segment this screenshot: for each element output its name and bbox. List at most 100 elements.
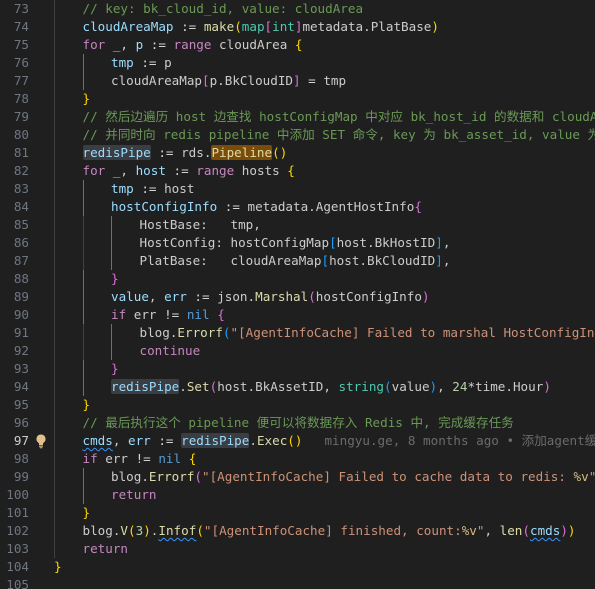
indent-guide	[82, 72, 84, 90]
indent-guide	[82, 468, 84, 486]
code-line[interactable]: 101}	[0, 504, 595, 522]
inline-git-blame: mingyu.ge, 8 months ago • 添加agent缓	[324, 433, 595, 448]
code-text[interactable]: continue	[140, 342, 201, 360]
code-text[interactable]: cmds, err := redisPipe.Exec() mingyu.ge, …	[83, 432, 595, 450]
code-text[interactable]: }	[111, 360, 119, 378]
code-line[interactable]: 95}	[0, 396, 595, 414]
code-line[interactable]: 99 blog.Errorf("[AgentInfoCache] Failed t…	[0, 468, 595, 486]
line-number: 91	[13, 325, 29, 340]
code-text[interactable]: }	[83, 396, 91, 414]
code-token: make	[203, 19, 235, 34]
code-text[interactable]: HostBase: tmp,	[140, 216, 261, 234]
code-line[interactable]: 92 continue	[0, 342, 595, 360]
code-text[interactable]: }	[54, 558, 62, 576]
code-line[interactable]: 74 cloudAreaMap := make(map[int]metadata.…	[0, 18, 595, 36]
code-text[interactable]: }	[83, 504, 91, 522]
code-line[interactable]: 89 value, err := json.Marshal(hostConfigI…	[0, 288, 595, 306]
code-line[interactable]: 76 tmp := p	[0, 54, 595, 72]
code-text[interactable]: for _, host := range hosts {	[83, 162, 295, 180]
code-line[interactable]: 94 redisPipe.Set(host.BkAssetID, string(v…	[0, 378, 595, 396]
code-token: (	[308, 289, 316, 304]
code-token: cmds	[529, 523, 561, 538]
indent-guide	[54, 126, 55, 144]
code-line[interactable]: 83 tmp := host	[0, 180, 595, 198]
code-line[interactable]: 100 return	[0, 486, 595, 504]
code-text[interactable]: return	[83, 540, 129, 558]
code-line[interactable]: 81 redisPipe := rds.Pipeline()	[0, 144, 595, 162]
code-line[interactable]: 90 if err != nil {	[0, 306, 595, 324]
code-line[interactable]: 93}	[0, 360, 595, 378]
code-line[interactable]: 91 blog.Errorf("[AgentInfoCache] Failed t…	[0, 324, 595, 342]
code-text[interactable]: PlatBase: cloudAreaMap[host.BkCloudID],	[140, 252, 451, 270]
code-text[interactable]: HostConfig: hostConfigMap[host.BkHostID]…	[140, 234, 451, 252]
indent-guide	[82, 252, 84, 270]
line-number: 100	[6, 487, 29, 502]
code-line[interactable]: 105	[0, 576, 595, 589]
code-line[interactable]: 86 HostConfig: hostConfigMap[host.BkHostI…	[0, 234, 595, 252]
code-line[interactable]: 75 for _, p := range cloudArea {	[0, 36, 595, 54]
code-token: )	[421, 289, 430, 304]
code-line[interactable]: 85 HostBase: tmp,	[0, 216, 595, 234]
code-line[interactable]: 78}	[0, 90, 595, 108]
line-number: 77	[13, 73, 29, 88]
indent-guide	[54, 486, 55, 504]
code-token: )	[543, 379, 551, 394]
line-number: 84	[13, 199, 29, 214]
code-text[interactable]: blog.Errorf("[AgentInfoCache] Failed to …	[140, 324, 595, 342]
code-line[interactable]: 77 cloudAreaMap[p.BkCloudID] = tmp	[0, 72, 595, 90]
code-line[interactable]: 88}	[0, 270, 595, 288]
code-token: %v	[461, 523, 477, 538]
code-line[interactable]: 103 return	[0, 540, 595, 558]
code-token: PlatBase: cloudAreaMap	[139, 253, 322, 268]
code-line[interactable]: 79 // 然后边遍历 host 边查找 hostConfigMap 中对应 bk…	[0, 108, 595, 126]
line-number: 96	[13, 415, 29, 430]
code-text[interactable]: }	[111, 270, 119, 288]
code-line[interactable]: 80 // 并同时向 redis pipeline 中添加 SET 命令, key…	[0, 126, 595, 144]
code-line[interactable]: 98 if err != nil {	[0, 450, 595, 468]
code-text[interactable]: // 并同时向 redis pipeline 中添加 SET 命令, key 为…	[83, 126, 595, 144]
line-number: 79	[13, 109, 29, 124]
indent-guide	[54, 450, 55, 468]
lightbulb-icon[interactable]	[33, 433, 49, 449]
code-line[interactable]: 97 cmds, err := redisPipe.Exec() mingyu.ge…	[0, 432, 595, 450]
code-text[interactable]: redisPipe.Set(host.BkAssetID, string(val…	[111, 378, 551, 396]
code-text[interactable]: blog.V(3).Infof("[AgentInfoCache] finish…	[83, 522, 576, 540]
code-token: metadata.PlatBase	[302, 19, 432, 34]
code-line[interactable]: 82 for _, host := range hosts {	[0, 162, 595, 180]
code-text[interactable]: for _, p := range cloudArea {	[83, 36, 303, 54]
code-line[interactable]: 87 PlatBase: cloudAreaMap[host.BkCloudID]…	[0, 252, 595, 270]
code-line[interactable]: 96 // 最后执行这个 pipeline 便可以将数据存入 Redis 中, 完…	[0, 414, 595, 432]
code-text[interactable]: hostConfigInfo := metadata.AgentHostInfo…	[111, 198, 422, 216]
code-line[interactable]: 73 // key: bk_cloud_id, value: cloudArea	[0, 0, 595, 18]
code-text[interactable]: return	[111, 486, 157, 504]
code-line[interactable]: 104}	[0, 558, 595, 576]
code-token: [	[321, 253, 330, 268]
code-text[interactable]: tmp := p	[111, 54, 172, 72]
code-text[interactable]: tmp := host	[111, 180, 194, 198]
code-text[interactable]: }	[83, 90, 91, 108]
code-token: tmp	[111, 181, 134, 196]
code-token: ,	[112, 433, 129, 448]
code-editor[interactable]: 73// key: bk_cloud_id, value: cloudArea 7…	[0, 0, 595, 589]
code-line[interactable]: 84 hostConfigInfo := metadata.AgentHostIn…	[0, 198, 595, 216]
code-text[interactable]: // 最后执行这个 pipeline 便可以将数据存入 Redis 中, 完成缓…	[83, 414, 514, 432]
indent-guide	[111, 252, 112, 270]
code-text[interactable]: if err != nil {	[111, 306, 225, 324]
code-token: [	[202, 73, 210, 88]
code-text[interactable]: blog.Errorf("[AgentInfoCache] Failed to …	[111, 468, 595, 486]
line-number: 101	[6, 505, 29, 520]
code-text[interactable]: redisPipe := rds.Pipeline()	[82, 144, 287, 162]
code-token: err	[128, 433, 151, 448]
code-text[interactable]: if err != nil {	[83, 450, 197, 468]
code-text[interactable]: // key: bk_cloud_id, value: cloudArea	[83, 0, 364, 18]
code-text[interactable]: cloudAreaMap := make(map[int]metadata.Pl…	[83, 18, 439, 36]
code-text[interactable]: cloudAreaMap[p.BkCloudID] = tmp	[111, 72, 346, 90]
code-text[interactable]: // 然后边遍历 host 边查找 hostConfigMap 中对应 bk_h…	[83, 108, 595, 126]
code-token: value	[391, 379, 430, 394]
code-token: 24	[452, 379, 468, 394]
code-token: redisPipe	[181, 433, 250, 448]
code-line[interactable]: 102 blog.V(3).Infof("[AgentInfoCache] fin…	[0, 522, 595, 540]
code-text[interactable]: value, err := json.Marshal(hostConfigInf…	[111, 288, 430, 306]
code-token: "[AgentInfoCache] Failed to cache data t…	[202, 469, 574, 484]
indent-guide	[111, 342, 112, 360]
